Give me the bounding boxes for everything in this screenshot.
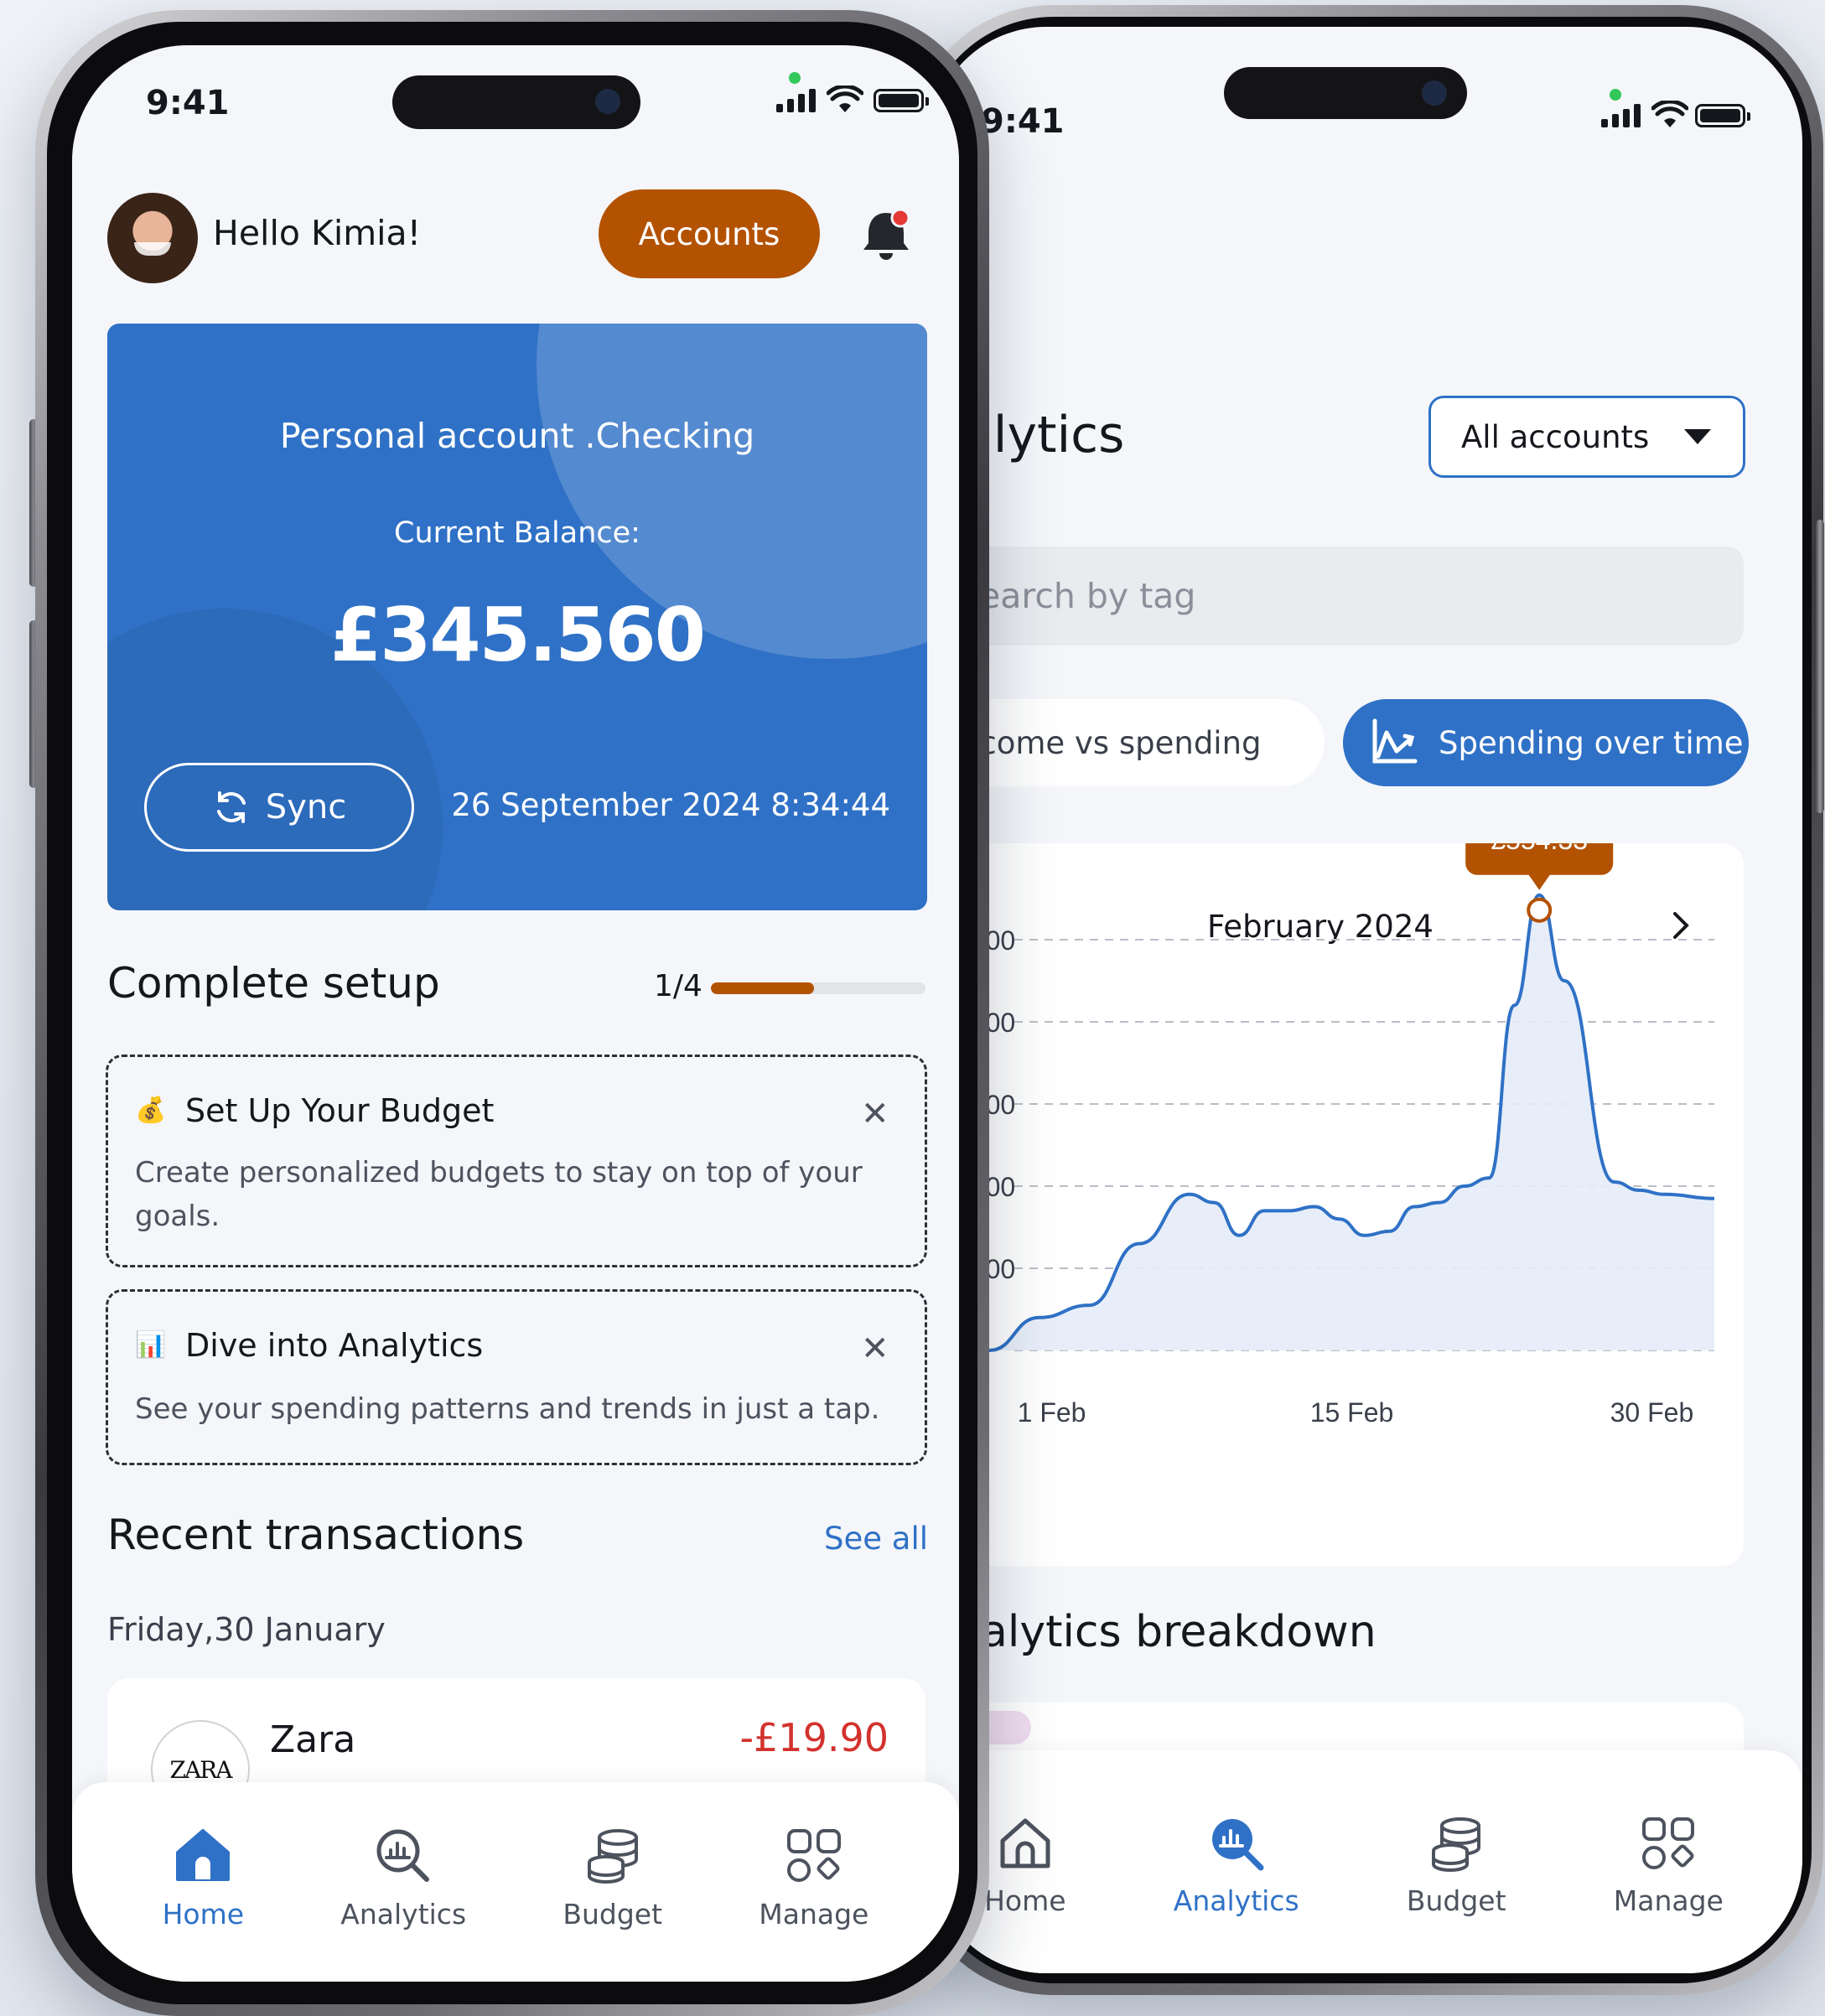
setup-progress-fill: [711, 982, 814, 994]
sync-button[interactable]: Sync: [144, 763, 414, 852]
status-time: 9:41: [146, 84, 230, 122]
see-all-link[interactable]: See all: [824, 1521, 928, 1557]
dynamic-island: [392, 75, 640, 129]
greeting-text: Hello Kimia!: [213, 213, 422, 253]
tab-label: Budget: [563, 1898, 663, 1930]
battery-icon: [1695, 104, 1750, 127]
analytics-icon: [1211, 1819, 1264, 1871]
signal-icon: [776, 89, 816, 112]
right-phone-screen: 9:41 nalytics All accounts Search by tag…: [931, 27, 1802, 1973]
left-phone-screen: 9:41 Hello Kimia! Accounts Personal acco…: [72, 45, 959, 1982]
setup-card-title: Set Up Your Budget: [185, 1092, 495, 1129]
account-name: Personal account .Checking: [279, 416, 755, 456]
tab-label: Home: [984, 1884, 1066, 1917]
setup-card-description: See your spending patterns and trends in…: [135, 1392, 880, 1426]
merchant-name: Zara: [270, 1718, 356, 1761]
close-icon[interactable]: ✕: [861, 1097, 889, 1131]
balance-amount: £345.560: [329, 592, 706, 678]
breakdown-title: alytics breakdown: [981, 1607, 1377, 1657]
x-tick-label: 15 Feb: [1310, 1397, 1394, 1428]
right-phone-side-button: [1816, 520, 1824, 813]
search-placeholder: Search by tag: [957, 576, 1196, 616]
close-icon[interactable]: ✕: [861, 1332, 889, 1366]
tab-label: Manage: [759, 1898, 869, 1930]
peak-tooltip-label: £554.33: [1491, 843, 1588, 855]
bottom-tab-bar: Home Analytics Budget Manage: [931, 1750, 1802, 1973]
setup-card-analytics[interactable]: 📊 Dive into Analytics ✕ See your spendin…: [106, 1289, 927, 1465]
setup-progress-text: 1/4: [654, 969, 703, 1003]
tab-home[interactable]: Home: [163, 1826, 244, 1930]
chip-label: Spending over time: [1439, 724, 1744, 761]
tab-analytics[interactable]: Analytics: [340, 1826, 466, 1930]
setup-card-budget[interactable]: 💰 Set Up Your Budget ✕ Create personaliz…: [106, 1055, 927, 1267]
money-bag-icon: 💰: [135, 1096, 167, 1125]
chip-label: Income vs spending: [951, 724, 1262, 761]
tab-label: Budget: [1406, 1884, 1506, 1917]
caret-down-icon: [1684, 429, 1711, 444]
manage-icon: [1642, 1817, 1695, 1869]
home-icon: [1000, 1818, 1050, 1868]
wifi-icon: [1651, 101, 1688, 127]
tab-budget[interactable]: Budget: [1407, 1814, 1506, 1917]
tab-label: Analytics: [340, 1898, 467, 1930]
tab-home[interactable]: Home: [984, 1814, 1066, 1917]
tab-label: Home: [162, 1898, 245, 1930]
sync-label: Sync: [265, 788, 347, 827]
tab-label: Manage: [1613, 1884, 1724, 1917]
chip-income-vs-spending[interactable]: Income vs spending: [931, 699, 1325, 786]
spending-chart-card: February 2024 £500£400£300£200£1001 Feb1…: [931, 843, 1744, 1566]
setup-card-title: Dive into Analytics: [185, 1327, 484, 1364]
setup-card-description: goals.: [135, 1200, 220, 1233]
setup-card-description: Create personalized budgets to stay on t…: [135, 1156, 863, 1189]
home-icon: [176, 1829, 231, 1881]
spending-line-chart: £500£400£300£200£1001 Feb15 Feb30 Feb£55…: [956, 843, 1715, 1428]
budget-icon: [587, 1829, 638, 1884]
account-filter-dropdown[interactable]: All accounts: [1428, 396, 1745, 478]
transactions-date: Friday,30 January: [107, 1611, 386, 1648]
bar-chart-icon: 📊: [135, 1330, 167, 1360]
refresh-icon: [216, 791, 246, 823]
accounts-button[interactable]: Accounts: [599, 189, 820, 278]
bottom-tab-bar: Home Analytics Budget Manage: [72, 1782, 959, 1982]
setup-title: Complete setup: [107, 959, 440, 1008]
x-tick-label: 1 Feb: [1018, 1397, 1086, 1428]
tab-manage[interactable]: Manage: [1614, 1814, 1724, 1917]
account-filter-value: All accounts: [1461, 418, 1650, 455]
tab-label: Analytics: [1173, 1884, 1299, 1917]
wifi-icon: [827, 86, 863, 112]
balance-label: Current Balance:: [394, 516, 640, 550]
series-area: [989, 894, 1714, 1350]
balance-card: Personal account .Checking Current Balan…: [107, 324, 927, 910]
tab-analytics[interactable]: Analytics: [1174, 1814, 1299, 1917]
dynamic-island: [1224, 67, 1467, 119]
signal-icon: [1601, 104, 1641, 127]
peak-tooltip-pointer: [1527, 873, 1552, 890]
manage-icon: [786, 1829, 841, 1882]
tab-budget[interactable]: Budget: [563, 1826, 662, 1930]
peak-marker: [1527, 897, 1553, 923]
chip-spending-over-time[interactable]: Spending over time: [1343, 699, 1749, 786]
budget-icon: [1432, 1817, 1481, 1872]
setup-progress-bar: [711, 982, 925, 994]
privacy-indicator: [1610, 89, 1621, 101]
last-sync-timestamp: 26 September 2024 8:34:44: [451, 787, 890, 823]
tab-manage[interactable]: Manage: [759, 1826, 868, 1930]
tag-search-input[interactable]: Search by tag: [931, 547, 1744, 645]
battery-icon: [874, 89, 929, 112]
trend-chart-icon: [1372, 718, 1418, 764]
user-avatar[interactable]: [107, 193, 198, 283]
privacy-indicator: [789, 72, 801, 84]
status-time: 9:41: [981, 102, 1065, 141]
transaction-amount: -£19.90: [739, 1715, 889, 1760]
bell-icon[interactable]: [857, 206, 915, 265]
x-tick-label: 30 Feb: [1610, 1397, 1694, 1428]
analytics-icon: [376, 1829, 430, 1882]
transactions-title: Recent transactions: [107, 1511, 525, 1559]
